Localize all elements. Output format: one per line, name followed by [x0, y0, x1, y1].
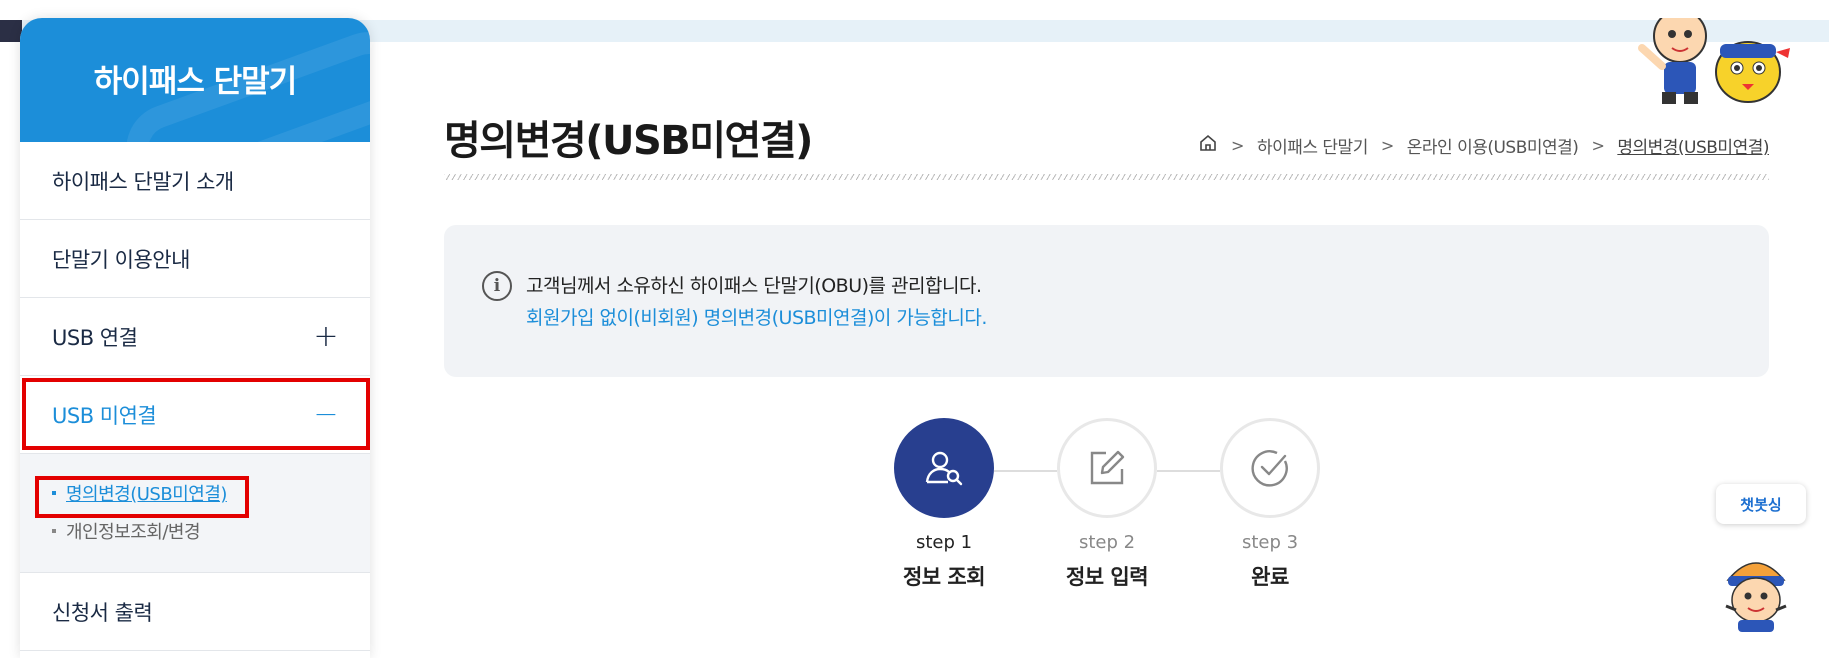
step-name: 완료 [1251, 565, 1289, 589]
sidebar: 하이패스 단말기 하이패스 단말기 소개 단말기 이용안내 USB 연결 + U… [20, 18, 370, 658]
info-icon: i [482, 271, 512, 301]
step-number: step 2 [1078, 532, 1136, 553]
chatbot-button[interactable]: 챗봇싱 [1716, 484, 1806, 524]
notice-box: i 고객님께서 소유하신 하이패스 단말기(OBU)를 관리합니다. 회원가입 … [444, 225, 1769, 377]
sidebar-item-usage-guide[interactable]: 단말기 이용안내 [20, 220, 370, 298]
home-icon[interactable] [1198, 133, 1218, 158]
chatbot-label: 챗봇싱 [1740, 495, 1782, 514]
mascot-illustration [1632, 9, 1792, 110]
breadcrumb: > 하이패스 단말기 > 온라인 이용(USB미연결) > 명의변경(USB미연… [1198, 133, 1769, 158]
sidebar-item-obu-intro[interactable]: 하이패스 단말기 소개 [20, 142, 370, 220]
step-name: 정보 입력 [1065, 565, 1149, 589]
chevron-right-icon: > [1380, 136, 1394, 155]
breadcrumb-item[interactable]: 하이패스 단말기 [1257, 133, 1368, 158]
sidebar-item-usb-connected[interactable]: USB 연결 + [20, 298, 370, 376]
sidebar-item-label: USB 연결 [52, 325, 138, 350]
step-connector [994, 470, 1057, 472]
chevron-right-icon: > [1591, 136, 1605, 155]
title-divider [444, 174, 1769, 180]
step-2: step 2 정보 입력 [1057, 418, 1157, 591]
user-search-icon [894, 418, 994, 518]
sidebar-header: 하이패스 단말기 [20, 18, 370, 142]
step-indicator: step 1 정보 조회 step 2 정보 입력 step 3 완료 [894, 418, 1320, 598]
breadcrumb-item[interactable]: 온라인 이용(USB미연결) [1407, 133, 1579, 158]
step-name: 정보 조회 [902, 565, 986, 589]
page-title: 명의변경(USB미연결) [444, 118, 813, 164]
submenu-item-label: 개인정보조회/변경 [66, 522, 201, 543]
step-number: step 3 [1241, 532, 1299, 553]
step-1: step 1 정보 조회 [894, 418, 994, 591]
sidebar-title: 하이패스 단말기 [93, 64, 297, 100]
chatbot-mascot-icon[interactable] [1718, 550, 1794, 632]
step-number: step 1 [915, 532, 973, 553]
sidebar-item-print-form[interactable]: 신청서 출력 [20, 573, 370, 651]
notice-text: 고객님께서 소유하신 하이패스 단말기(OBU)를 관리합니다. [526, 275, 982, 297]
highlight-box-ownership-change [35, 476, 249, 518]
sidebar-item-label: 신청서 출력 [52, 600, 153, 625]
bullet-icon [52, 529, 56, 533]
notice-highlight-text: 회원가입 없이(비회원) 명의변경(USB미연결)이 가능합니다. [526, 307, 987, 329]
check-circle-icon [1220, 418, 1320, 518]
plus-icon[interactable]: + [313, 319, 338, 354]
sidebar-item-label: 하이패스 단말기 소개 [52, 169, 234, 194]
top-dark-corner [0, 20, 22, 42]
step-connector [1157, 470, 1220, 472]
breadcrumb-current[interactable]: 명의변경(USB미연결) [1617, 133, 1769, 158]
sidebar-item-label: 단말기 이용안내 [52, 247, 190, 272]
chevron-right-icon: > [1231, 136, 1244, 155]
step-3: step 3 완료 [1220, 418, 1320, 591]
edit-icon [1057, 418, 1157, 518]
highlight-box-usb-not-connected [22, 378, 370, 450]
